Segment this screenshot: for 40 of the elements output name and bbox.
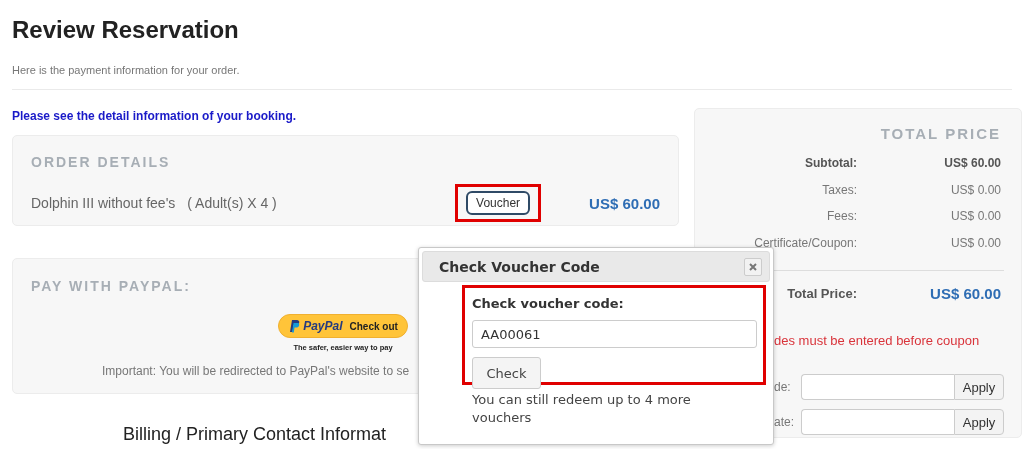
price-label: Fees:	[826, 209, 857, 224]
warning-text: des must be entered before coupon	[774, 332, 981, 350]
dialog-title: Check Voucher Code	[439, 258, 601, 275]
apply-button[interactable]: Apply	[954, 374, 1004, 400]
close-icon	[749, 262, 757, 271]
page-subtitle: Here is the payment information for your order.	[12, 63, 241, 77]
checkout-label: Check out	[349, 320, 398, 332]
price-label: Certificate/Coupon:	[753, 235, 857, 250]
paypal-logo-icon	[288, 319, 301, 333]
field-label: Check voucher code:	[472, 296, 625, 312]
price-value: US$ 0.00	[949, 182, 1002, 197]
price-value: US$ 0.00	[949, 235, 1002, 250]
voucher-button[interactable]: Voucher	[466, 191, 531, 215]
redeem-note: You can still redeem up to 4 more vouchers	[472, 391, 692, 427]
check-button[interactable]: Check	[472, 357, 541, 389]
paypal-checkout-button[interactable]: PayPal Check out	[278, 314, 408, 338]
section-heading: ORDER DETAILS	[31, 154, 172, 170]
total-label: Total Price:	[786, 285, 857, 301]
close-button[interactable]	[744, 257, 762, 276]
order-price: US$ 60.00	[589, 194, 660, 212]
code-field[interactable]	[801, 374, 954, 400]
section-heading: PAY WITH PAYPAL:	[31, 278, 192, 294]
price-label: Taxes:	[821, 182, 857, 197]
field-label: de:	[773, 380, 792, 394]
apply-button[interactable]: Apply	[954, 409, 1004, 435]
notice-text: Please see the detail information of your booking.	[12, 109, 298, 123]
price-label: Subtotal:	[804, 156, 857, 171]
paypal-brand: PayPal	[303, 319, 343, 333]
total-value: US$ 60.00	[929, 284, 1002, 302]
field-label: ate:	[773, 415, 794, 429]
page-title: Review Reservation	[12, 16, 240, 44]
billing-heading: Billing / Primary Contact Informat	[123, 424, 387, 444]
code-field[interactable]	[801, 409, 954, 435]
price-value: US$ 60.00	[943, 156, 1002, 171]
price-value: US$ 0.00	[949, 209, 1002, 224]
redirect-note: Important: You will be redirected to PayPal's website to se	[102, 364, 410, 378]
panel-heading: TOTAL PRICE	[879, 124, 1002, 144]
order-item: Dolphin III without fee's	[31, 195, 176, 211]
order-quantity: ( Adult(s) X 4 )	[187, 195, 277, 211]
voucher-code-field[interactable]: AA00061	[472, 320, 757, 348]
